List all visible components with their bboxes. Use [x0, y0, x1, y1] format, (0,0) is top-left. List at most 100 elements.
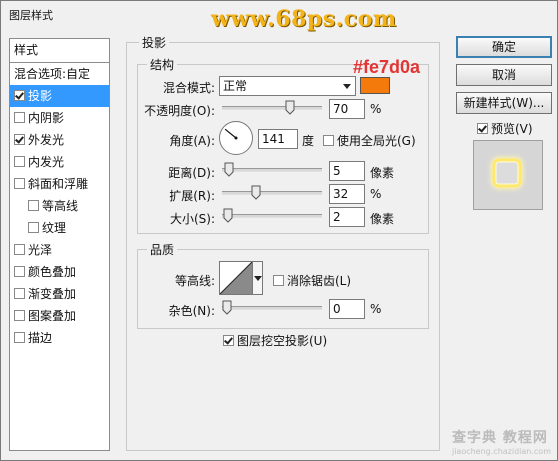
style-item-checkbox[interactable]	[14, 178, 25, 189]
site-watermark-sub: jiaocheng.chazidian.com	[451, 447, 551, 456]
site-watermark-main: 查字典 教程网	[451, 430, 548, 446]
style-item[interactable]: 内发光	[10, 151, 109, 173]
style-item-checkbox[interactable]	[28, 222, 39, 233]
drop-shadow-title: 投影	[139, 34, 170, 51]
style-item-checkbox[interactable]	[14, 310, 25, 321]
size-unit: 像素	[370, 212, 395, 226]
contour-linear-icon	[220, 262, 252, 294]
style-items: 投影内阴影外发光内发光斜面和浮雕等高线纹理光泽颜色叠加渐变叠加图案叠加描边	[10, 85, 109, 349]
size-slider-thumb[interactable]	[223, 208, 233, 223]
style-item-label: 描边	[28, 331, 53, 345]
preview-option[interactable]: 预览(V)	[477, 120, 533, 137]
style-item-checkbox[interactable]	[14, 288, 25, 299]
chevron-down-icon	[343, 84, 351, 89]
contour-picker[interactable]	[219, 261, 253, 295]
style-item[interactable]: 内阴影	[10, 107, 109, 129]
noise-input[interactable]: 0	[329, 299, 365, 319]
contour-dropdown[interactable]	[253, 261, 263, 295]
structure-title: 结构	[147, 56, 178, 73]
distance-slider-thumb[interactable]	[224, 162, 234, 177]
style-list: 样式 混合选项:自定 投影内阴影外发光内发光斜面和浮雕等高线纹理光泽颜色叠加渐变…	[9, 38, 110, 451]
style-item-checkbox[interactable]	[14, 90, 25, 101]
opacity-slider[interactable]	[222, 100, 322, 115]
size-slider[interactable]	[222, 208, 322, 223]
opacity-input[interactable]: 70	[329, 99, 365, 119]
style-item[interactable]: 颜色叠加	[10, 261, 109, 283]
title-bar: 图层样式 www.68ps.com	[1, 1, 557, 32]
shadow-color-swatch[interactable]	[360, 77, 390, 94]
spread-input[interactable]: 32	[329, 184, 365, 204]
spread-label: 扩展(R):	[169, 189, 215, 203]
opacity-unit: %	[370, 102, 382, 116]
style-item-checkbox[interactable]	[14, 156, 25, 167]
style-item-label: 内发光	[28, 155, 65, 169]
preview-checkbox[interactable]	[477, 123, 488, 134]
noise-slider[interactable]	[222, 300, 322, 315]
knockout-label: 图层挖空投影(U)	[237, 334, 328, 348]
opacity-slider-thumb[interactable]	[285, 100, 295, 115]
color-hex-annotation: #fe7d0a	[353, 57, 421, 77]
angle-dial-needle	[224, 128, 238, 140]
quality-title: 品质	[147, 241, 178, 258]
style-item-label: 图案叠加	[28, 309, 77, 323]
antialias-label: 消除锯齿(L)	[287, 274, 352, 288]
style-item[interactable]: 斜面和浮雕	[10, 173, 109, 195]
angle-label: 角度(A):	[169, 134, 215, 148]
size-label: 大小(S):	[169, 212, 215, 226]
angle-unit: 度	[302, 134, 315, 148]
style-item-label: 外发光	[28, 133, 65, 147]
new-style-button[interactable]: 新建样式(W)...	[456, 92, 552, 114]
antialias-option[interactable]: 消除锯齿(L)	[273, 272, 351, 289]
noise-label: 杂色(N):	[168, 304, 215, 318]
preview-thumbnail	[491, 157, 523, 189]
global-light-label: 使用全局光(G)	[337, 134, 416, 148]
antialias-checkbox[interactable]	[273, 275, 284, 286]
style-item-checkbox[interactable]	[28, 200, 39, 211]
size-input[interactable]: 2	[329, 207, 365, 227]
style-item-checkbox[interactable]	[14, 134, 25, 145]
distance-unit: 像素	[370, 166, 395, 180]
angle-dial[interactable]	[219, 121, 253, 155]
blend-options-label: 混合选项:自定	[14, 67, 91, 81]
style-item-label: 光泽	[28, 243, 53, 257]
style-list-header[interactable]: 样式	[10, 39, 109, 63]
distance-slider[interactable]	[222, 162, 322, 177]
style-item-label: 等高线	[42, 199, 79, 213]
cancel-button[interactable]: 取消	[456, 64, 552, 86]
blend-options-item[interactable]: 混合选项:自定	[10, 63, 109, 85]
knockout-option[interactable]: 图层挖空投影(U)	[223, 332, 327, 349]
style-item[interactable]: 图案叠加	[10, 305, 109, 327]
style-item-label: 投影	[28, 89, 53, 103]
global-light-checkbox[interactable]	[323, 135, 334, 146]
layer-style-dialog: 图层样式 www.68ps.com 样式 混合选项:自定 投影内阴影外发光内发光…	[0, 0, 558, 461]
style-item-checkbox[interactable]	[14, 112, 25, 123]
style-preview	[473, 140, 543, 210]
style-item-label: 颜色叠加	[28, 265, 77, 279]
distance-input[interactable]: 5	[329, 161, 365, 181]
opacity-label: 不透明度(O):	[144, 104, 215, 118]
knockout-checkbox[interactable]	[223, 335, 234, 346]
style-item-label: 渐变叠加	[28, 287, 77, 301]
spread-slider[interactable]	[222, 185, 322, 200]
site-watermark-bottom: 查字典 教程网 jiaocheng.chazidian.com	[452, 427, 551, 456]
style-item[interactable]: 纹理	[10, 217, 109, 239]
angle-input[interactable]: 141	[258, 129, 298, 149]
style-item[interactable]: 渐变叠加	[10, 283, 109, 305]
style-item-label: 纹理	[42, 221, 67, 235]
style-item[interactable]: 外发光	[10, 129, 109, 151]
blend-mode-select[interactable]: 正常	[219, 76, 356, 96]
global-light-option[interactable]: 使用全局光(G)	[323, 132, 416, 149]
spread-unit: %	[370, 187, 382, 201]
style-item-checkbox[interactable]	[14, 332, 25, 343]
ok-button[interactable]: 确定	[456, 36, 552, 58]
noise-slider-thumb[interactable]	[222, 300, 232, 315]
style-item-checkbox[interactable]	[14, 244, 25, 255]
style-item-checkbox[interactable]	[14, 266, 25, 277]
style-item[interactable]: 投影	[10, 85, 109, 107]
style-item[interactable]: 光泽	[10, 239, 109, 261]
style-item[interactable]: 等高线	[10, 195, 109, 217]
blend-mode-label: 混合模式:	[162, 81, 215, 95]
spread-slider-thumb[interactable]	[251, 185, 261, 200]
chevron-down-icon	[254, 276, 262, 281]
style-item[interactable]: 描边	[10, 327, 109, 349]
